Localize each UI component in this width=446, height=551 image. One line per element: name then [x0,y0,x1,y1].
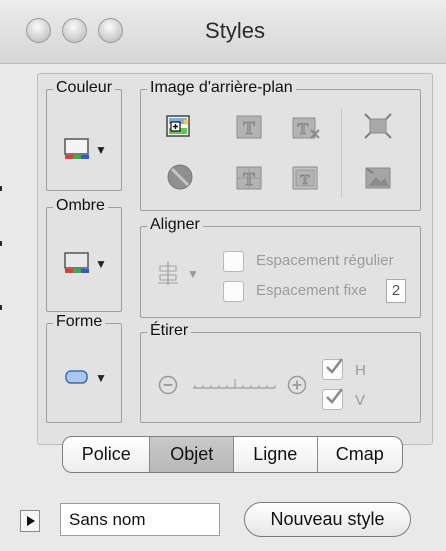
image-background-label: Image d'arrière-plan [147,78,296,98]
divider [341,108,342,198]
zoom-in-icon[interactable] [286,374,308,396]
image-stretch-icon[interactable] [363,165,393,191]
close-window-button[interactable] [26,18,51,43]
regular-spacing-checkbox[interactable] [223,251,244,272]
shadow-color-picker[interactable]: ▼ [64,252,110,276]
chevron-down-icon: ▼ [187,267,199,281]
checkmark-icon [326,358,343,374]
forme-label: Forme [53,312,106,332]
fixed-spacing-checkbox[interactable] [223,281,244,302]
zoom-window-button[interactable] [98,18,123,43]
svg-text:T: T [298,121,309,138]
tab-objet[interactable]: Objet [150,437,234,472]
text-frame-icon[interactable]: T [291,165,319,191]
image-background-group: Image d'arrière-plan T T T T [140,78,421,211]
edge-mark [0,241,2,246]
tab-ligne[interactable]: Ligne [234,437,318,472]
shadow-color-swatch-icon [64,252,89,273]
chevron-down-icon: ▼ [95,371,107,385]
rounded-rectangle-icon [65,370,88,384]
stretch-slider[interactable] [191,377,277,393]
text-tile-icon[interactable]: T [235,165,263,191]
chevron-down-icon: ▼ [95,143,107,157]
style-name-input[interactable] [60,503,220,536]
stretch-v-label: V [355,392,366,409]
window-title: Styles [205,18,265,43]
chevron-down-icon: ▼ [95,257,107,271]
forme-group: Forme ▼ [46,312,122,423]
new-style-button[interactable]: Nouveau style [244,502,411,537]
couleur-group: Couleur ▼ [46,78,122,191]
aligner-label: Aligner [147,215,203,235]
fill-color-swatch-icon [64,138,89,159]
object-panel: Couleur ▼ Ombre ▼ Forme ▼ Image d'arrièr… [37,73,433,445]
shape-picker[interactable]: ▼ [64,366,110,390]
fit-image-icon[interactable] [363,112,393,140]
regular-spacing-label: Espacement régulier [256,252,394,269]
ombre-group: Ombre ▼ [46,196,122,312]
edge-mark [0,305,2,310]
styles-window: Styles Couleur ▼ Ombre ▼ Forme ▼ Image d… [0,0,446,551]
stretch-h-label: H [355,362,366,379]
tab-police[interactable]: Police [63,437,151,472]
checkmark-icon [326,388,343,404]
add-image-icon[interactable] [165,114,193,140]
distribute-vertical-icon [158,261,178,285]
edge-mark [0,186,2,191]
couleur-label: Couleur [53,78,116,98]
svg-text:T: T [243,169,255,189]
fill-color-picker[interactable]: ▼ [64,138,110,162]
aligner-group: Aligner ▼ Espacement régulier Espacement… [140,215,421,318]
svg-text:T: T [243,118,255,138]
etirer-label: Étirer [147,321,192,341]
tab-cmap[interactable]: Cmap [318,437,402,472]
zoom-out-icon[interactable] [157,374,179,396]
text-background-icon[interactable]: T [235,114,263,140]
alignment-picker[interactable]: ▼ [155,260,205,286]
stretch-h-checkbox[interactable] [322,358,343,380]
fixed-spacing-label: Espacement fixe [256,282,367,299]
tab-bar: Police Objet Ligne Cmap [62,436,403,473]
fixed-spacing-input[interactable]: 2 [386,279,406,303]
stretch-v-checkbox[interactable] [322,388,343,410]
disclosure-triangle-button[interactable] [20,510,40,532]
text-clear-icon[interactable]: T [291,114,321,140]
etirer-group: Étirer H V [140,321,421,423]
no-image-icon[interactable] [165,162,195,192]
ombre-label: Ombre [53,196,108,216]
svg-text:T: T [300,173,310,188]
title-bar: Styles [0,0,446,64]
minimize-window-button[interactable] [62,18,87,43]
